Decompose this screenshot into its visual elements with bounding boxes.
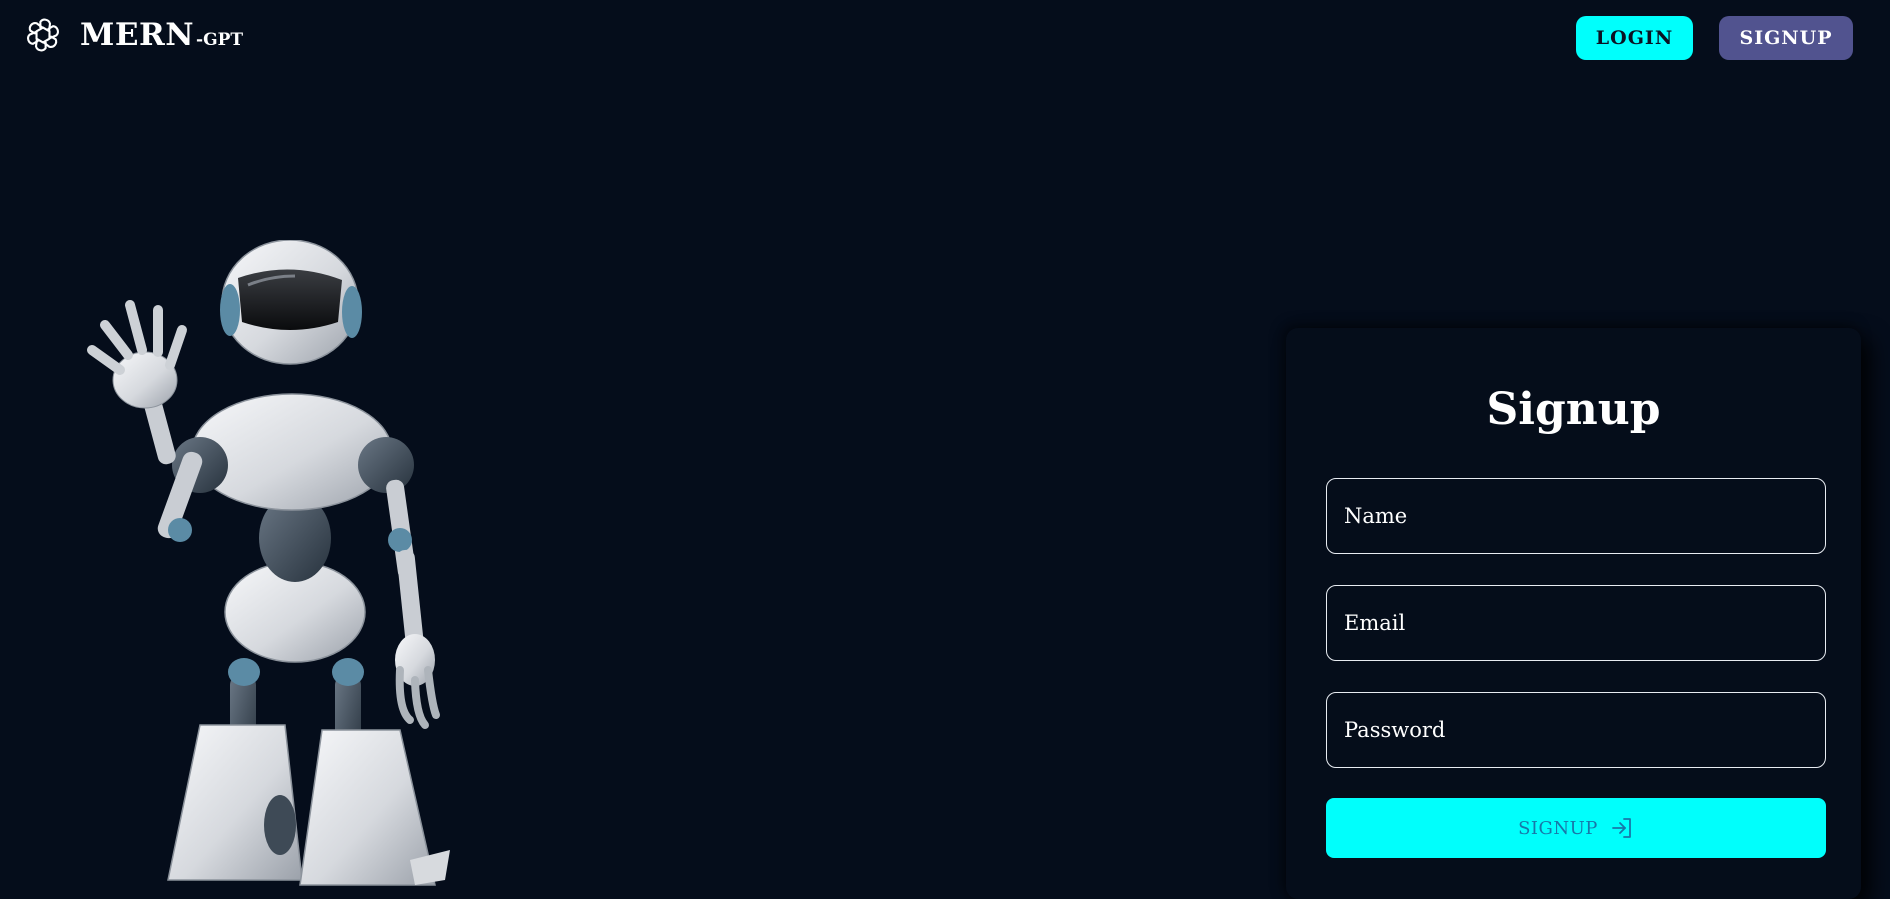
signup-page: MERN -GPT LOGIN SIGNUP Signup Name Email… xyxy=(0,0,1890,899)
email-field[interactable] xyxy=(1326,585,1826,661)
signup-submit-button[interactable]: SIGNUP xyxy=(1326,798,1826,858)
form-title: Signup xyxy=(1486,384,1661,435)
brand[interactable]: MERN -GPT xyxy=(22,14,243,56)
signup-card: Signup SIGNUP xyxy=(1286,328,1861,899)
header-nav: LOGIN SIGNUP xyxy=(1576,16,1853,60)
brand-suffix: -GPT xyxy=(196,30,244,50)
login-arrow-icon xyxy=(1612,818,1631,838)
password-field[interactable] xyxy=(1326,692,1826,768)
openai-logo-icon xyxy=(25,18,61,52)
robot-illustration xyxy=(87,240,450,886)
login-button[interactable]: LOGIN xyxy=(1576,16,1693,60)
brand-name: MERN xyxy=(80,17,195,53)
brand-title: MERN -GPT xyxy=(80,17,243,53)
signup-submit-label: SIGNUP xyxy=(1518,817,1598,839)
name-field[interactable] xyxy=(1326,478,1826,554)
signup-nav-button[interactable]: SIGNUP xyxy=(1719,16,1853,60)
